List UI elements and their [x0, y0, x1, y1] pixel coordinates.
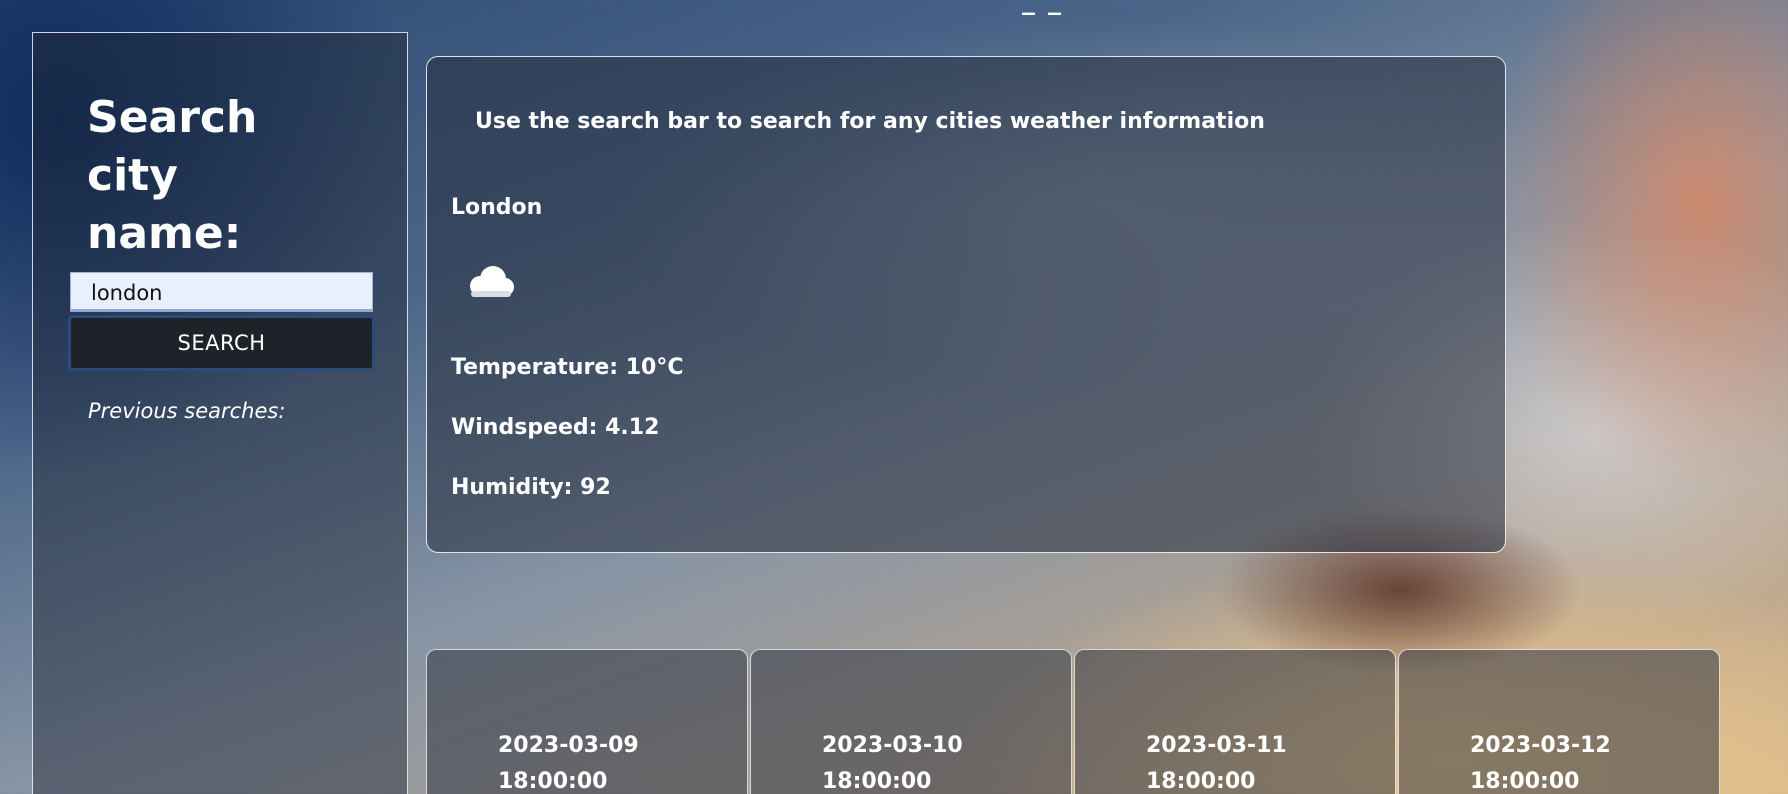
page-heading-fragment: _ _: [1022, 0, 1064, 16]
city-name: London: [451, 195, 543, 220]
search-title: Search city name:: [87, 92, 258, 259]
forecast-date: 2023-03-10 18:00:00: [822, 733, 963, 794]
forecast-card: 2023-03-12 18:00:00: [1398, 649, 1720, 794]
cloud-icon: [470, 266, 514, 297]
forecast-card: 2023-03-11 18:00:00: [1074, 649, 1396, 794]
current-weather-panel: Use the search bar to search for any cit…: [426, 56, 1506, 553]
temperature-value: Temperature: 10°C: [451, 355, 684, 380]
search-button[interactable]: SEARCH: [68, 315, 375, 371]
intro-text: Use the search bar to search for any cit…: [475, 109, 1265, 134]
forecast-card: 2023-03-10 18:00:00: [750, 649, 1072, 794]
forecast-card: 2023-03-09 18:00:00: [426, 649, 748, 794]
forecast-date: 2023-03-12 18:00:00: [1470, 733, 1611, 794]
forecast-date: 2023-03-11 18:00:00: [1146, 733, 1287, 794]
previous-searches-label: Previous searches:: [88, 399, 286, 423]
humidity-value: Humidity: 92: [451, 475, 611, 500]
forecast-date: 2023-03-09 18:00:00: [498, 733, 639, 794]
search-sidebar: Search city name: SEARCH Previous search…: [32, 32, 408, 794]
city-search-input[interactable]: [70, 272, 373, 312]
windspeed-value: Windspeed: 4.12: [451, 415, 660, 440]
